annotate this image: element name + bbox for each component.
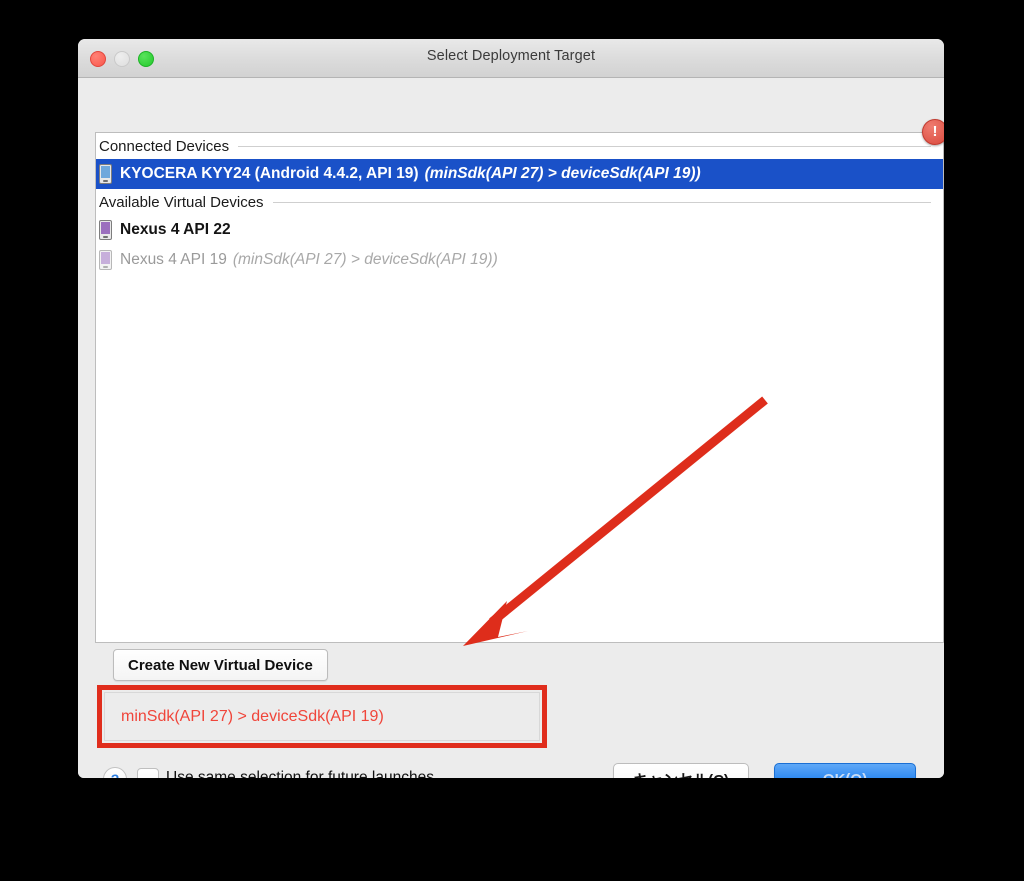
group-label: Available Virtual Devices — [99, 193, 264, 211]
use-same-selection-checkbox[interactable] — [137, 768, 159, 778]
cancel-button[interactable]: キャンセル(C) — [613, 763, 749, 778]
device-row-nexus-4-api-19: Nexus 4 API 19 (minSdk(API 27) > deviceS… — [96, 245, 943, 275]
group-header-available-virtual-devices: Available Virtual Devices — [96, 189, 943, 215]
phone-device-icon — [99, 164, 112, 184]
group-label: Connected Devices — [99, 137, 230, 155]
window-title: Select Deployment Target — [426, 48, 596, 64]
group-separator-line — [238, 145, 931, 147]
error-message-highlight — [97, 685, 547, 748]
dialog-body: Connected Devices KYOCERA KYY24 (Android… — [78, 78, 944, 778]
device-name: Nexus 4 API 22 — [120, 221, 231, 238]
device-row-kyocera-kyy24[interactable]: KYOCERA KYY24 (Android 4.4.2, API 19) (m… — [96, 159, 943, 189]
select-deployment-target-window: Select Deployment Target Connected Devic… — [78, 39, 944, 778]
group-separator-line — [272, 201, 931, 203]
device-list-panel[interactable]: Connected Devices KYOCERA KYY24 (Android… — [95, 132, 944, 643]
device-note: (minSdk(API 27) > deviceSdk(API 19)) — [232, 251, 498, 268]
screenshot-root: Select Deployment Target Connected Devic… — [0, 0, 1024, 881]
dialog-footer: ? Use same selection for future launches… — [78, 762, 944, 778]
create-new-virtual-device-button[interactable]: Create New Virtual Device — [113, 649, 328, 681]
error-exclamation-icon[interactable]: ! — [922, 119, 944, 145]
ok-button[interactable]: OK(O) — [774, 763, 916, 778]
error-badge-symbol: ! — [932, 123, 938, 140]
device-name: Nexus 4 API 19 — [120, 251, 227, 268]
phone-device-icon — [99, 250, 112, 270]
device-name: KYOCERA KYY24 (Android 4.4.2, API 19) — [120, 165, 419, 182]
device-row-nexus-4-api-22[interactable]: Nexus 4 API 22 — [96, 215, 943, 245]
group-header-connected-devices: Connected Devices — [96, 133, 943, 159]
help-button[interactable]: ? — [103, 767, 127, 778]
use-same-selection-label: Use same selection for future launches — [166, 769, 434, 778]
window-titlebar[interactable]: Select Deployment Target — [78, 39, 944, 78]
phone-device-icon — [99, 220, 112, 240]
device-note: (minSdk(API 27) > deviceSdk(API 19)) — [424, 165, 701, 182]
